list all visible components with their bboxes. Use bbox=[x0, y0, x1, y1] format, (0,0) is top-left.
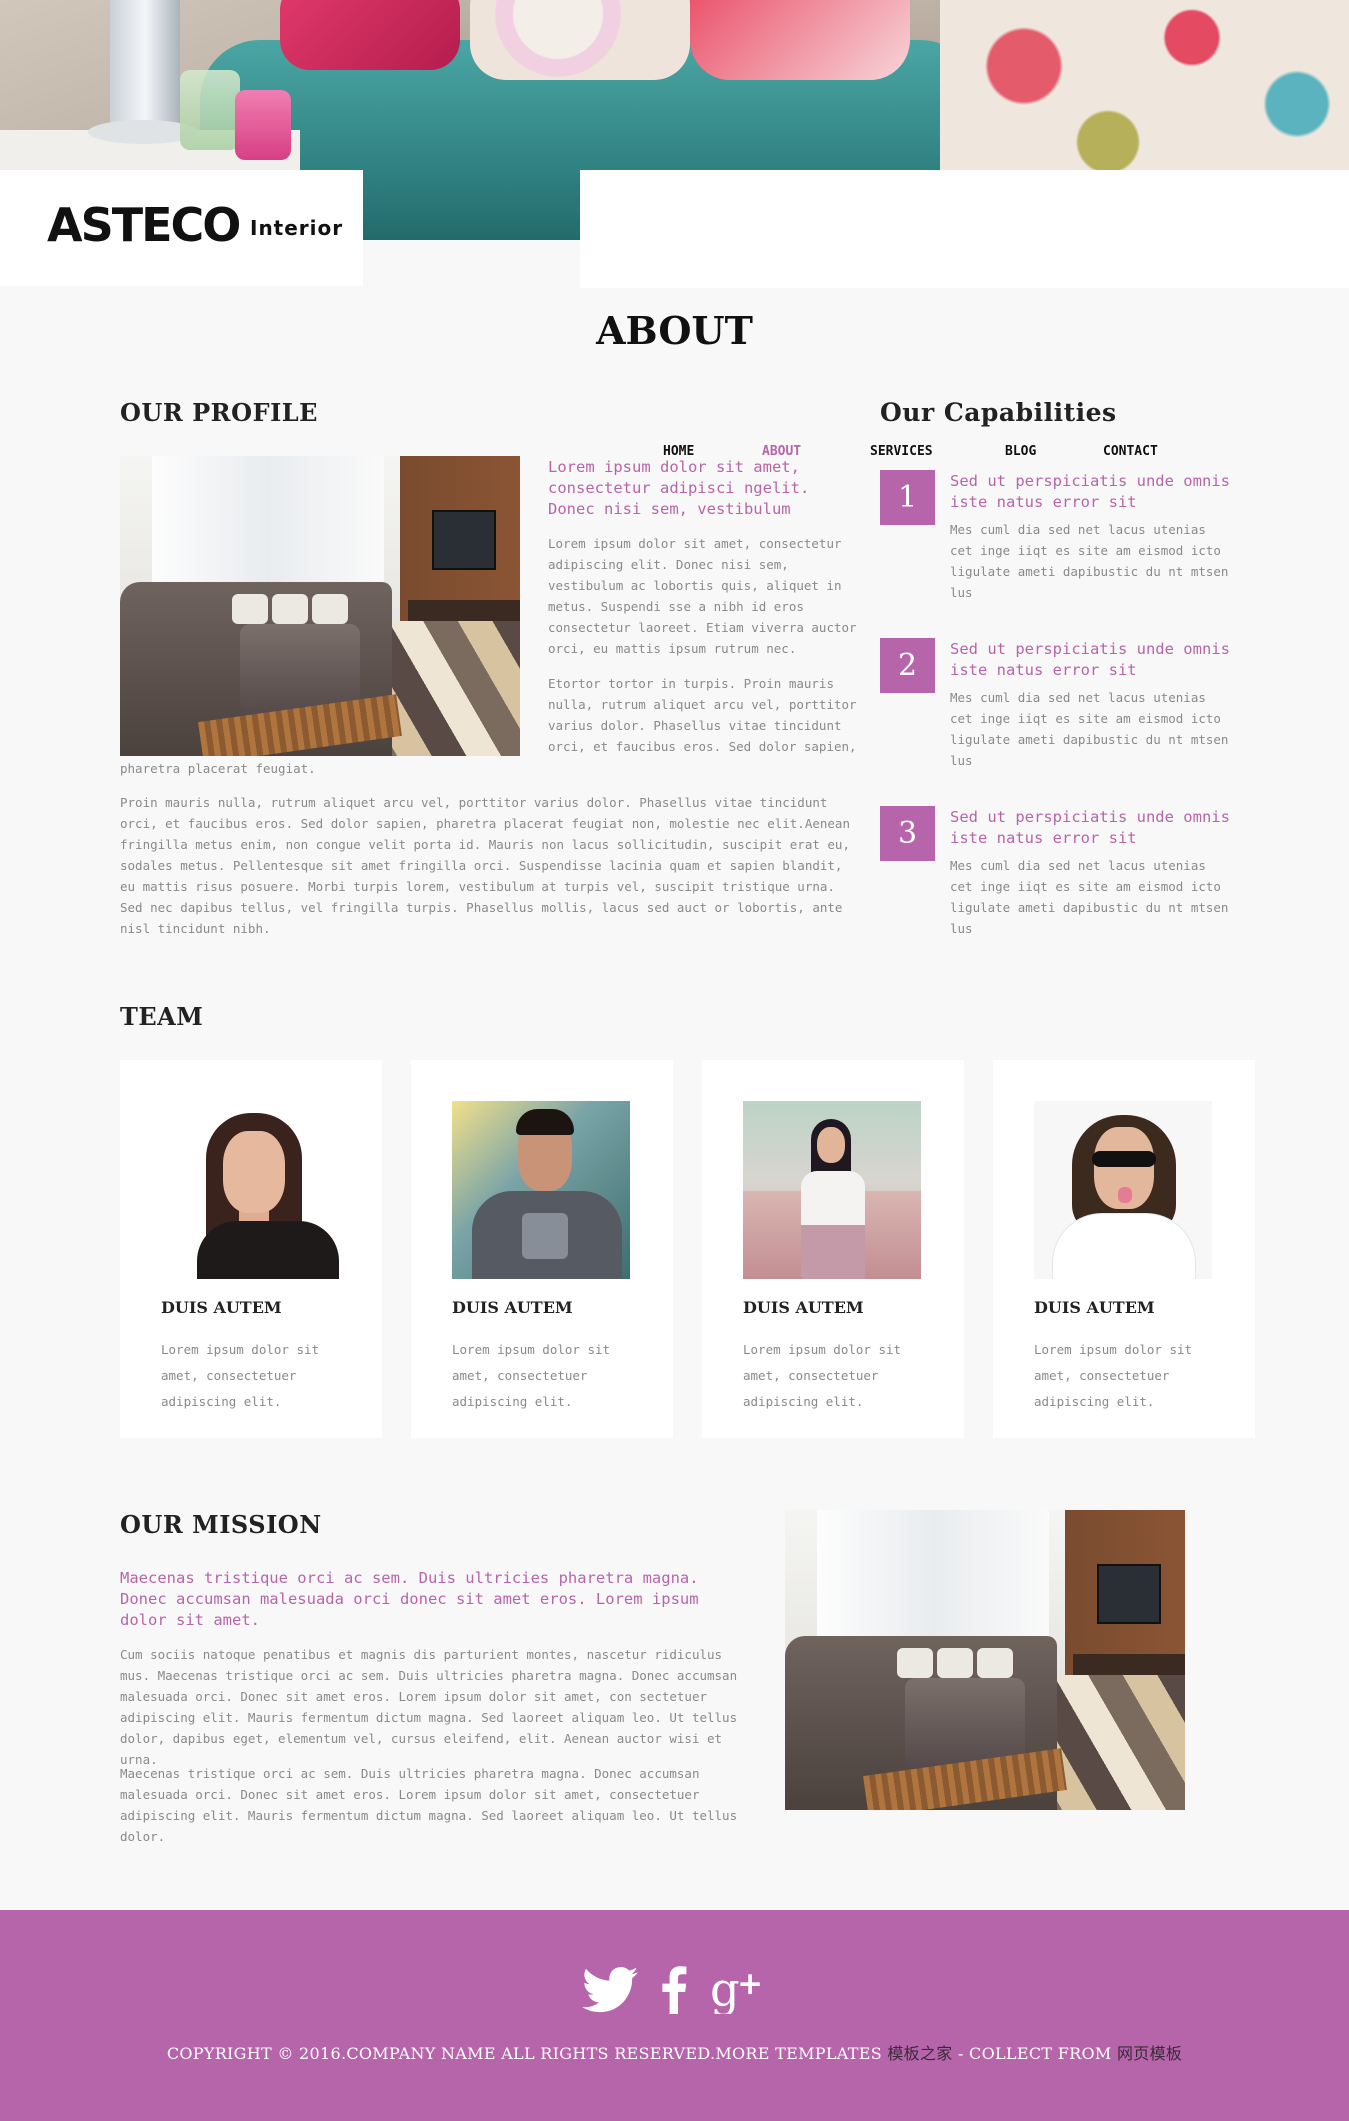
capability-text-3: Mes cuml dia sed net lacus utenias cet i… bbox=[950, 858, 1229, 936]
team-member-bio: Lorem ipsum dolor sit amet, consectetuer… bbox=[1034, 1342, 1193, 1409]
svg-text:g: g bbox=[710, 1966, 740, 2014]
templates-link[interactable]: 模板之家 bbox=[887, 2044, 952, 2063]
team-card: DUIS AUTEM Lorem ipsum dolor sit amet, c… bbox=[120, 1060, 382, 1438]
capability-title-3: Sed ut perspiciatis unde omnis iste natu… bbox=[950, 808, 1230, 847]
facebook-icon[interactable] bbox=[660, 1966, 688, 2028]
google-plus-icon[interactable]: g + bbox=[710, 1962, 768, 2028]
profile-title: OUR PROFILE bbox=[120, 398, 318, 427]
copyright: COPYRIGHT © 2016.COMPANY NAME ALL RIGHTS… bbox=[0, 2040, 1349, 2064]
main-nav bbox=[580, 170, 1349, 288]
page-title: ABOUT bbox=[596, 308, 753, 353]
nav-item-contact[interactable]: CONTACT bbox=[1103, 444, 1158, 459]
nav-item-blog[interactable]: BLOG bbox=[1005, 444, 1036, 459]
team-member-name: DUIS AUTEM bbox=[161, 1298, 282, 1317]
logo-wordmark[interactable]: ASTECO bbox=[47, 198, 241, 252]
capability-number-2: 2 bbox=[880, 638, 935, 693]
nav-item-services[interactable]: SERVICES bbox=[870, 444, 933, 459]
capability-number-3: 3 bbox=[880, 806, 935, 861]
copyright-middle: - COLLECT FROM bbox=[957, 2044, 1112, 2063]
capability-title-2: Sed ut perspiciatis unde omnis iste natu… bbox=[950, 640, 1230, 679]
mission-para-1: Cum sociis natoque penatibus et magnis d… bbox=[120, 1647, 738, 1767]
team-card: DUIS AUTEM Lorem ipsum dolor sit amet, c… bbox=[993, 1060, 1255, 1438]
logo-tagline: Interior bbox=[250, 216, 344, 240]
team-member-photo bbox=[743, 1101, 921, 1279]
capability-text-2: Mes cuml dia sed net lacus utenias cet i… bbox=[950, 690, 1229, 768]
capability-title-1: Sed ut perspiciatis unde omnis iste natu… bbox=[950, 472, 1230, 511]
social-links: g + bbox=[0, 1962, 1349, 2028]
team-member-photo bbox=[1034, 1101, 1212, 1279]
copyright-text: COPYRIGHT © 2016.COMPANY NAME ALL RIGHTS… bbox=[166, 2044, 882, 2063]
profile-para-2-tail: pharetra placerat feugiat. bbox=[120, 761, 316, 776]
mission-para-2: Maecenas tristique orci ac sem. Duis ult… bbox=[120, 1766, 738, 1844]
profile-image bbox=[120, 456, 520, 756]
mission-image bbox=[785, 1510, 1185, 1810]
team-member-name: DUIS AUTEM bbox=[452, 1298, 573, 1317]
capability-number-1: 1 bbox=[880, 470, 935, 525]
profile-para-1: Lorem ipsum dolor sit amet, consectetur … bbox=[548, 536, 857, 656]
team-member-bio: Lorem ipsum dolor sit amet, consectetuer… bbox=[452, 1342, 611, 1409]
profile-para-3: Proin mauris nulla, rutrum aliquet arcu … bbox=[120, 795, 850, 936]
mission-lead: Maecenas tristique orci ac sem. Duis ult… bbox=[120, 1569, 699, 1629]
profile-lead: Lorem ipsum dolor sit amet, consectetur … bbox=[548, 458, 810, 518]
svg-text:+: + bbox=[737, 1966, 763, 2002]
header-gap bbox=[363, 240, 580, 286]
team-member-photo bbox=[452, 1101, 630, 1279]
capability-text-1: Mes cuml dia sed net lacus utenias cet i… bbox=[950, 522, 1229, 600]
team-card: DUIS AUTEM Lorem ipsum dolor sit amet, c… bbox=[411, 1060, 673, 1438]
team-member-name: DUIS AUTEM bbox=[743, 1298, 864, 1317]
team-member-bio: Lorem ipsum dolor sit amet, consectetuer… bbox=[743, 1342, 902, 1409]
capabilities-title: Our Capabilities bbox=[880, 398, 1117, 427]
collect-link[interactable]: 网页模板 bbox=[1117, 2044, 1182, 2063]
team-title: TEAM bbox=[120, 1002, 204, 1031]
mission-title: OUR MISSION bbox=[120, 1510, 322, 1539]
team-member-name: DUIS AUTEM bbox=[1034, 1298, 1155, 1317]
team-member-bio: Lorem ipsum dolor sit amet, consectetuer… bbox=[161, 1342, 320, 1409]
twitter-icon[interactable] bbox=[581, 1966, 638, 2028]
team-card: DUIS AUTEM Lorem ipsum dolor sit amet, c… bbox=[702, 1060, 964, 1438]
team-member-photo bbox=[161, 1101, 339, 1279]
profile-para-2: Etortor tortor in turpis. Proin mauris n… bbox=[548, 676, 857, 754]
